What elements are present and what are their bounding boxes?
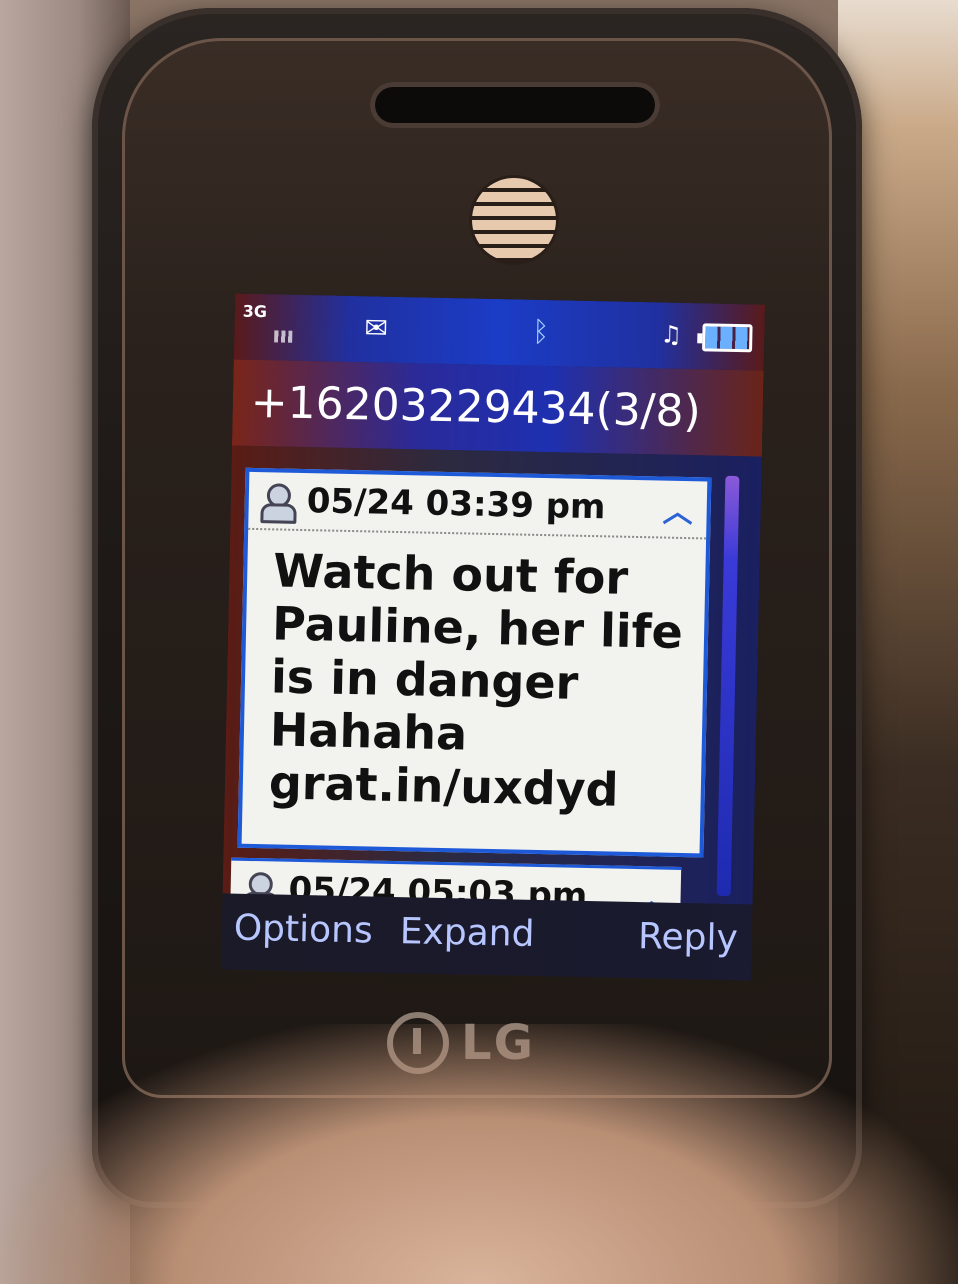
battery-icon xyxy=(702,323,753,353)
expand-softkey[interactable]: Expand xyxy=(399,911,534,955)
softkey-bar: Options Expand Reply xyxy=(220,893,753,981)
contact-icon xyxy=(258,481,297,520)
reply-softkey[interactable]: Reply xyxy=(638,916,739,959)
message-list[interactable]: 05/24 03:39 pm ︿ Watch out for Pauline, … xyxy=(222,445,762,947)
options-softkey[interactable]: Options xyxy=(233,908,373,952)
bluetooth-icon: ᛒ xyxy=(532,314,550,349)
network-label: 3G xyxy=(242,301,268,322)
conversation-title: +16203229434(3/8) xyxy=(231,359,764,457)
hand xyxy=(0,1024,958,1284)
earpiece-speaker xyxy=(370,82,660,128)
phone-face: 3G ✉ ᛒ ♫ +16203229434(3/8) 05/24 03:39 p… xyxy=(122,38,832,1098)
status-bar: 3G ✉ ᛒ ♫ xyxy=(233,293,766,371)
carrier-logo-icon xyxy=(472,178,556,262)
chevron-up-icon[interactable]: ︿ xyxy=(662,487,693,532)
message-header: 05/24 03:39 pm ︿ xyxy=(248,471,708,540)
message-timestamp: 05/24 03:39 pm xyxy=(306,481,606,528)
message-body: Watch out for Pauline, her life is in da… xyxy=(242,530,706,819)
phone-screen: 3G ✉ ᛒ ♫ +16203229434(3/8) 05/24 03:39 p… xyxy=(220,293,766,981)
scrollbar[interactable] xyxy=(716,475,740,897)
message-link[interactable]: grat.in/uxdyd xyxy=(268,755,701,818)
message-icon: ✉ xyxy=(364,311,389,345)
message-item[interactable]: 05/24 03:39 pm ︿ Watch out for Pauline, … xyxy=(237,467,712,858)
ringer-icon: ♫ xyxy=(660,320,683,349)
signal-icon xyxy=(274,330,293,343)
